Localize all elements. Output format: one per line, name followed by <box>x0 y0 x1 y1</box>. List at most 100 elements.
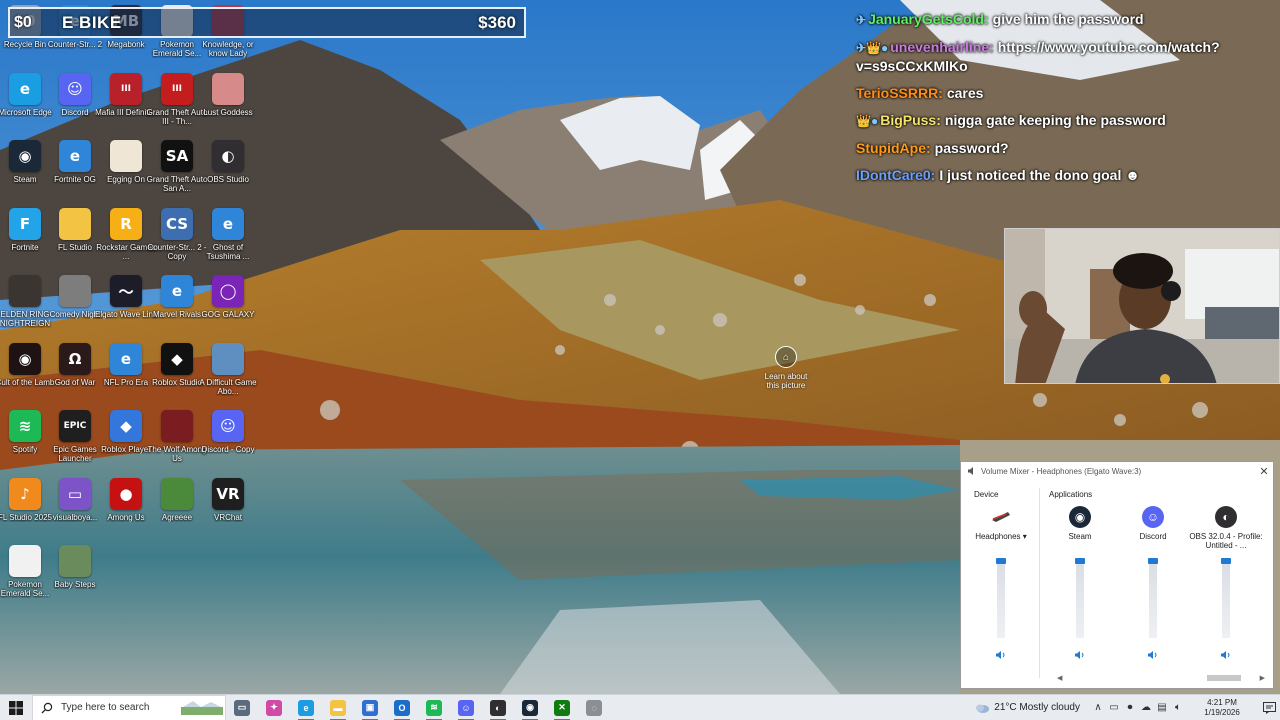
mixer-divider <box>1039 488 1040 678</box>
obs-icon: ◐ <box>1215 506 1237 528</box>
roblox-studio-icon: ◆ <box>161 342 193 375</box>
slider-thumb[interactable] <box>1221 558 1231 564</box>
app-volume-slider[interactable] <box>1075 558 1085 638</box>
desktop-shortcut[interactable]: III Grand Theft Auto III - Th... <box>147 72 207 137</box>
notification-button[interactable] <box>1258 695 1280 720</box>
lust-goddess-icon <box>212 72 244 105</box>
desktop-shortcut[interactable]: ☺ Discord - Copy <box>199 410 257 474</box>
taskbar-app-button[interactable]: ▭ <box>226 695 258 720</box>
desktop-shortcut[interactable]: e NFL Pro Era <box>97 342 155 407</box>
notification-icon <box>1262 701 1276 714</box>
desktop-shortcut[interactable]: ◆ Roblox Studio <box>148 342 206 407</box>
edge-icon: e <box>298 699 314 716</box>
taskbar-app-button[interactable]: ✕ <box>546 695 578 720</box>
desktop-shortcut[interactable]: Egging On <box>97 140 155 204</box>
speaker-icon[interactable] <box>1147 650 1159 660</box>
windows-logo-icon <box>9 700 23 715</box>
spotify-icon: ≋ <box>426 699 442 716</box>
chat-text: I just noticed the dono goal ☻ <box>939 167 1140 183</box>
taskbar-app-button[interactable]: ◌ <box>578 695 610 720</box>
desktop-shortcut[interactable]: R Rockstar Games ... <box>96 207 156 272</box>
taskbar-app-button[interactable]: ▣ <box>354 695 386 720</box>
fortnite-icon: F <box>9 207 41 240</box>
desktop-shortcut[interactable]: EPIC Epic Games Launcher <box>46 410 104 474</box>
desktop-shortcut[interactable]: ◯ GOG GALAXY <box>199 275 257 339</box>
desktop-shortcut[interactable]: Comedy Night <box>46 275 104 339</box>
app-volume-slider[interactable] <box>1148 558 1158 638</box>
desktop-shortcut-label: Ghost of Tsushima ... <box>206 242 250 261</box>
volume-mixer-titlebar[interactable]: Volume Mixer - Headphones (Elgato Wave:3… <box>961 462 1273 480</box>
desktop-shortcut[interactable]: III Mafia III Definiti... <box>95 72 157 137</box>
desktop-shortcut[interactable]: Agreeee <box>148 477 206 542</box>
slider-thumb[interactable] <box>1148 558 1158 564</box>
webcam-feed <box>1004 228 1280 384</box>
device-volume-slider[interactable] <box>996 558 1006 638</box>
battery-icon[interactable]: ▭ <box>1106 702 1122 713</box>
network-icon[interactable]: ▤ <box>1154 702 1170 713</box>
desktop-shortcut[interactable]: e Marvel Rivals <box>148 275 206 339</box>
search-icon <box>41 702 53 713</box>
donation-goal-banner: $0 E BIKE $360 <box>8 7 526 38</box>
chat-badge-icon: ✈ <box>856 13 867 27</box>
clock[interactable]: 4:21 PM 1/19/2026 <box>1192 698 1252 718</box>
desktop-shortcut[interactable]: ◆ Roblox Player <box>97 410 155 474</box>
discord-icon: ☺ <box>1142 506 1164 528</box>
taskbar-app-button[interactable]: ≋ <box>418 695 450 720</box>
desktop-shortcut[interactable]: Baby Steps <box>46 545 104 609</box>
mixer-horizontal-scrollbar[interactable]: ◀ ▶ <box>1057 674 1265 682</box>
onedrive-icon[interactable]: ☁ <box>1138 702 1154 713</box>
chevron-up-icon[interactable]: ∧ <box>1090 702 1106 713</box>
learn-about-picture[interactable]: ⌂ Learn about this picture <box>760 346 812 390</box>
close-icon[interactable]: ✕ <box>1255 465 1273 478</box>
desktop-shortcut[interactable]: SA Grand Theft Auto San A... <box>147 140 207 204</box>
taskbar-app-button[interactable]: ✦ <box>258 695 290 720</box>
copilot-icon: ✦ <box>266 699 282 716</box>
desktop-shortcut[interactable]: ▭ visualboya... <box>46 477 104 542</box>
stream-chat-overlay: ✈ JanuaryGetsCold: give him the password ✈👑… <box>856 10 1276 193</box>
slider-thumb[interactable] <box>1075 558 1085 564</box>
desktop-shortcut[interactable]: FL Studio <box>46 207 104 272</box>
taskbar-app-button[interactable]: e <box>290 695 322 720</box>
desktop-shortcut[interactable]: 〜 Elgato Wave Link <box>95 275 157 339</box>
desktop-shortcut[interactable]: e Ghost of Tsushima ... <box>199 207 257 272</box>
desktop-shortcut[interactable]: Lust Goddess <box>199 72 257 137</box>
volume-mixer-window: Volume Mixer - Headphones (Elgato Wave:3… <box>960 461 1274 689</box>
app-volume-slider[interactable] <box>1221 558 1231 638</box>
desktop-shortcut[interactable]: CS Counter-Str... 2 - Copy <box>147 207 207 272</box>
taskbar-app-button[interactable]: ▬ <box>322 695 354 720</box>
scroll-right-icon[interactable]: ▶ <box>1260 674 1265 682</box>
desktop-shortcut[interactable]: ◐ OBS Studio <box>199 140 257 204</box>
taskbar-app-button[interactable]: ◐ <box>482 695 514 720</box>
headphones-device-icon <box>990 506 1012 528</box>
desktop-shortcut[interactable]: Ω God of War <box>46 342 104 407</box>
chat-badge-icon: ✈👑● <box>856 41 889 55</box>
device-selector[interactable]: Headphones ▾ <box>975 532 1027 552</box>
desktop-shortcut[interactable]: The Wolf Among Us <box>148 410 207 474</box>
scroll-left-icon[interactable]: ◀ <box>1057 674 1062 682</box>
speaker-icon[interactable] <box>995 650 1007 660</box>
desktop-shortcut[interactable]: e Fortnite OG <box>46 140 104 204</box>
gog-galaxy-icon: ◯ <box>212 275 244 307</box>
scrollbar-thumb[interactable] <box>1207 675 1241 681</box>
taskbar-app-button[interactable]: ◉ <box>514 695 546 720</box>
weather-widget[interactable]: 21°C Mostly cloudy <box>974 702 1080 714</box>
desktop-shortcut[interactable]: ● Among Us <box>97 477 155 542</box>
desktop-shortcut[interactable]: ☺ Discord <box>46 72 104 137</box>
steam-icon: ◉ <box>9 140 41 172</box>
microphone-icon[interactable]: ⏺ <box>1122 702 1138 713</box>
slider-thumb[interactable] <box>996 558 1006 564</box>
speaker-icon[interactable] <box>1220 650 1232 660</box>
epic-games-icon: EPIC <box>59 410 91 442</box>
desktop-shortcut-label: A Difficult Game Abo... <box>199 377 257 396</box>
cult-lamb-icon: ◉ <box>9 342 41 375</box>
taskbar-app-button[interactable]: ☺ <box>450 695 482 720</box>
speaker-icon[interactable] <box>1074 650 1086 660</box>
start-button[interactable] <box>0 695 32 720</box>
desktop-shortcut[interactable]: A Difficult Game Abo... <box>199 342 257 407</box>
volume-icon[interactable]: 🔈︎ <box>1170 702 1186 713</box>
device-section-label: Device <box>974 490 999 499</box>
desktop-shortcut[interactable]: VR VRChat <box>199 477 257 542</box>
taskbar-app-button[interactable]: O <box>386 695 418 720</box>
taskbar-search-box[interactable]: Type here to search <box>32 694 226 720</box>
game-art-icon <box>212 342 244 375</box>
